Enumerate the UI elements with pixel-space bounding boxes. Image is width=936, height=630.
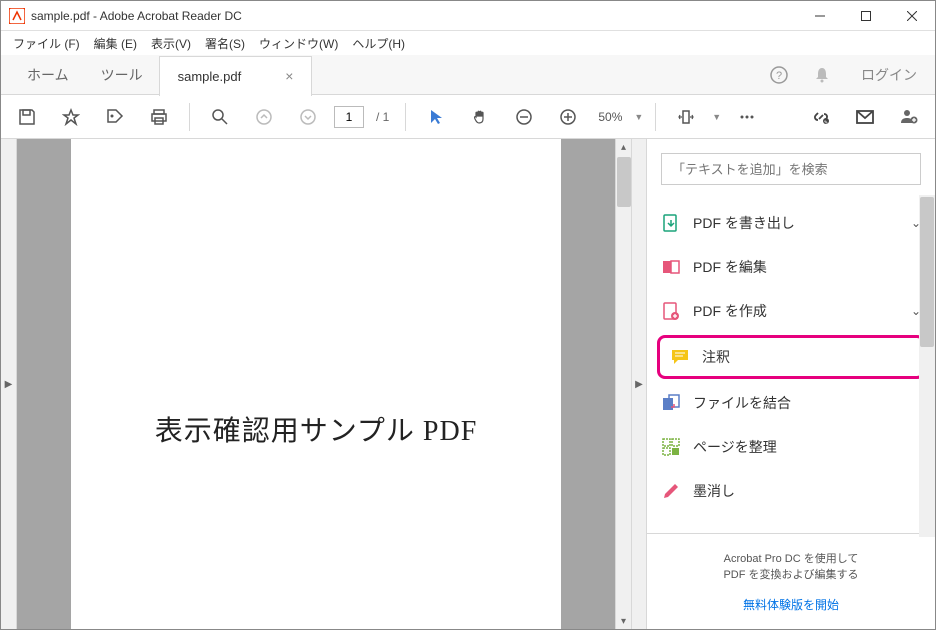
save-icon[interactable]	[9, 99, 45, 135]
menu-help[interactable]: ヘルプ(H)	[346, 33, 411, 54]
svg-text:?: ?	[776, 70, 782, 82]
tool-label: PDF を編集	[693, 257, 767, 277]
scroll-thumb[interactable]	[617, 157, 631, 207]
link-icon[interactable]: ✎	[803, 99, 839, 135]
content-area: ▶ 表示確認用サンプル PDF ▴ ▾ ▶ PDF を書き出し ⌄	[1, 139, 935, 629]
tool-redact[interactable]: 墨消し	[647, 469, 935, 513]
zoom-level[interactable]: 50%	[594, 110, 626, 124]
help-icon[interactable]: ?	[757, 55, 801, 95]
tab-close-icon[interactable]: ×	[285, 68, 293, 84]
tools-search-input[interactable]	[661, 153, 921, 185]
minimize-button[interactable]	[797, 1, 843, 31]
tools-panel: PDF を書き出し ⌄ PDF を編集 PDF を作成 ⌄ 注釈 ファイルを結合	[647, 139, 935, 629]
tool-label: ページを整理	[693, 437, 777, 457]
tag-icon[interactable]	[97, 99, 133, 135]
tool-combine-files[interactable]: ファイルを結合	[647, 381, 935, 425]
document-tab[interactable]: sample.pdf ×	[159, 56, 313, 96]
tab-home[interactable]: ホーム	[11, 55, 85, 95]
panel-scrollbar[interactable]	[919, 195, 935, 537]
menu-file[interactable]: ファイル (F)	[7, 33, 86, 54]
tool-edit-pdf[interactable]: PDF を編集	[647, 245, 935, 289]
menu-view[interactable]: 表示(V)	[145, 33, 197, 54]
menubar: ファイル (F) 編集 (E) 表示(V) 署名(S) ウィンドウ(W) ヘルプ…	[1, 31, 935, 55]
panel-scroll-thumb[interactable]	[920, 197, 934, 347]
menu-edit[interactable]: 編集 (E)	[88, 33, 143, 54]
redact-icon	[661, 481, 681, 501]
svg-text:✎: ✎	[824, 120, 828, 126]
scroll-down-icon[interactable]: ▾	[621, 613, 626, 629]
create-pdf-icon	[661, 301, 681, 321]
toolbar: / 1 50% ▼ ▼ ✎	[1, 95, 935, 139]
login-button[interactable]: ログイン	[843, 65, 935, 85]
page-total-label: / 1	[372, 110, 393, 124]
footer-text-1: Acrobat Pro DC を使用して	[657, 550, 925, 566]
zoom-out-icon[interactable]	[506, 99, 542, 135]
page-up-icon[interactable]	[246, 99, 282, 135]
share-person-icon[interactable]	[891, 99, 927, 135]
close-button[interactable]	[889, 1, 935, 31]
panel-footer: Acrobat Pro DC を使用して PDF を変換および編集する 無料体験…	[647, 533, 935, 629]
tool-label: 墨消し	[693, 481, 735, 501]
tool-label: ファイルを結合	[693, 393, 791, 413]
combine-icon	[661, 393, 681, 413]
tool-comment[interactable]: 注釈	[657, 335, 925, 379]
comment-icon	[670, 347, 690, 367]
print-icon[interactable]	[141, 99, 177, 135]
organize-icon	[661, 437, 681, 457]
tool-label: PDF を作成	[693, 301, 767, 321]
hand-icon[interactable]	[462, 99, 498, 135]
scroll-up-icon[interactable]: ▴	[621, 139, 626, 155]
left-nav-rail[interactable]: ▶	[1, 139, 17, 629]
fit-width-icon[interactable]	[668, 99, 704, 135]
edit-pdf-icon	[661, 257, 681, 277]
search-icon[interactable]	[202, 99, 238, 135]
menu-window[interactable]: ウィンドウ(W)	[253, 33, 344, 54]
tool-organize-pages[interactable]: ページを整理	[647, 425, 935, 469]
acrobat-app-icon	[9, 8, 25, 24]
maximize-button[interactable]	[843, 1, 889, 31]
panel-divider[interactable]: ▶	[631, 139, 647, 629]
star-icon[interactable]	[53, 99, 89, 135]
fit-dropdown-icon[interactable]: ▼	[712, 112, 721, 122]
page-number-input[interactable]	[334, 106, 364, 128]
footer-text-2: PDF を変換および編集する	[657, 566, 925, 582]
titlebar: sample.pdf - Adobe Acrobat Reader DC	[1, 1, 935, 31]
free-trial-link[interactable]: 無料体験版を開始	[657, 596, 925, 613]
document-scrollbar[interactable]: ▴ ▾	[615, 139, 631, 629]
export-pdf-icon	[661, 213, 681, 233]
page-down-icon[interactable]	[290, 99, 326, 135]
bell-icon[interactable]	[801, 55, 843, 95]
tool-label: PDF を書き出し	[693, 213, 795, 233]
zoom-in-icon[interactable]	[550, 99, 586, 135]
email-icon[interactable]	[847, 99, 883, 135]
zoom-dropdown-icon[interactable]: ▼	[634, 112, 643, 122]
tool-export-pdf[interactable]: PDF を書き出し ⌄	[647, 201, 935, 245]
collapse-right-icon[interactable]: ▶	[635, 379, 643, 390]
document-tab-title: sample.pdf	[178, 69, 242, 84]
tool-create-pdf[interactable]: PDF を作成 ⌄	[647, 289, 935, 333]
tab-row: ホーム ツール sample.pdf × ? ログイン	[1, 55, 935, 95]
tab-tools[interactable]: ツール	[85, 55, 159, 95]
tools-list: PDF を書き出し ⌄ PDF を編集 PDF を作成 ⌄ 注釈 ファイルを結合	[647, 195, 935, 533]
more-icon[interactable]	[729, 99, 765, 135]
document-body-text: 表示確認用サンプル PDF	[155, 409, 478, 449]
window-title: sample.pdf - Adobe Acrobat Reader DC	[31, 9, 797, 23]
pdf-page[interactable]: 表示確認用サンプル PDF	[71, 139, 561, 629]
expand-left-icon[interactable]: ▶	[5, 379, 13, 390]
document-area: 表示確認用サンプル PDF ▴ ▾	[17, 139, 631, 629]
menu-sign[interactable]: 署名(S)	[199, 33, 251, 54]
pointer-icon[interactable]	[418, 99, 454, 135]
tool-label: 注釈	[702, 347, 730, 367]
